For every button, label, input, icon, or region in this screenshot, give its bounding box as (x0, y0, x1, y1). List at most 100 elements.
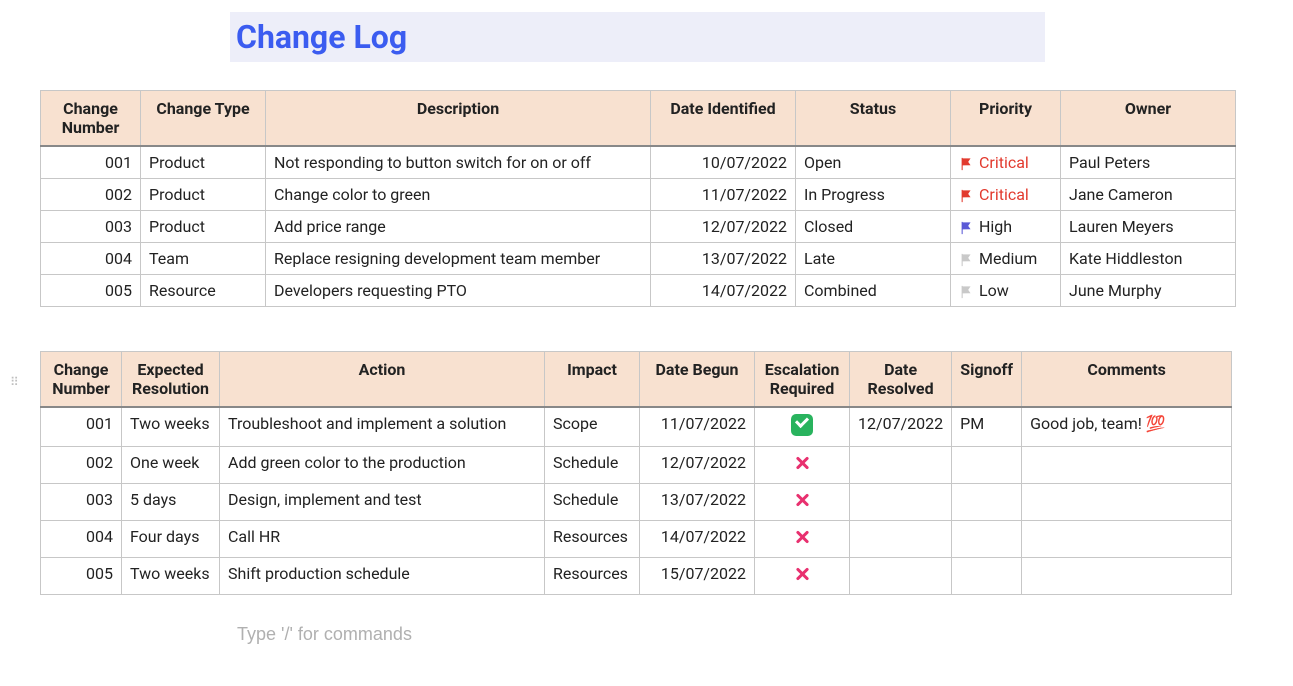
cell-change-type: Team (141, 243, 266, 275)
cell-signoff (952, 484, 1022, 521)
cell-change-number: 004 (41, 521, 122, 558)
command-input[interactable] (235, 623, 735, 646)
cell-date-identified: 12/07/2022 (651, 211, 796, 243)
cell-priority: High (951, 211, 1061, 243)
cell-status: Combined (796, 275, 951, 307)
col-header-change-type: Change Type (141, 91, 266, 147)
cell-comments (1022, 521, 1232, 558)
cell-change-number: 004 (41, 243, 141, 275)
cell-owner: Paul Peters (1061, 146, 1236, 179)
change-log-table-1: Change NumberChange TypeDescriptionDate … (40, 90, 1236, 307)
cell-date-begun: 12/07/2022 (640, 447, 755, 484)
cell-owner: Kate Hiddleston (1061, 243, 1236, 275)
cell-impact: Scope (545, 407, 640, 447)
flag-icon (959, 157, 973, 171)
cell-description: Add price range (266, 211, 651, 243)
cell-expected-resolution: Two weeks (122, 407, 220, 447)
col-header-escalation-required: Escalation Required (755, 352, 850, 408)
cell-escalation-required (755, 521, 850, 558)
cell-status: In Progress (796, 179, 951, 211)
cell-escalation-required (755, 407, 850, 447)
cell-date-begun: 14/07/2022 (640, 521, 755, 558)
table-row: 004TeamReplace resigning development tea… (41, 243, 1236, 275)
cell-status: Late (796, 243, 951, 275)
cell-expected-resolution: One week (122, 447, 220, 484)
flag-icon (959, 253, 973, 267)
table-row: 0035 daysDesign, implement and testSched… (41, 484, 1232, 521)
col-header-description: Description (266, 91, 651, 147)
cell-change-number: 001 (41, 146, 141, 179)
table-row: 004Four daysCall HRResources14/07/2022 (41, 521, 1232, 558)
cell-date-begun: 11/07/2022 (640, 407, 755, 447)
cell-owner: Lauren Meyers (1061, 211, 1236, 243)
cell-impact: Schedule (545, 484, 640, 521)
cell-owner: Jane Cameron (1061, 179, 1236, 211)
table-row: 003ProductAdd price range12/07/2022Close… (41, 211, 1236, 243)
table-row: 005Two weeksShift production scheduleRes… (41, 558, 1232, 595)
cell-expected-resolution: 5 days (122, 484, 220, 521)
flag-icon (959, 221, 973, 235)
cell-description: Developers requesting PTO (266, 275, 651, 307)
cell-action: Shift production schedule (220, 558, 545, 595)
col-header-change-number: Change Number (41, 91, 141, 147)
flag-icon (959, 189, 973, 203)
col-header-priority: Priority (951, 91, 1061, 147)
cell-change-number: 001 (41, 407, 122, 447)
col-header-comments: Comments (1022, 352, 1232, 408)
change-log-table-2: Change NumberExpected ResolutionActionIm… (40, 351, 1232, 595)
col-header-date-identified: Date Identified (651, 91, 796, 147)
cell-action: Design, implement and test (220, 484, 545, 521)
col-header-owner: Owner (1061, 91, 1236, 147)
cell-date-identified: 14/07/2022 (651, 275, 796, 307)
cell-expected-resolution: Two weeks (122, 558, 220, 595)
cell-expected-resolution: Four days (122, 521, 220, 558)
drag-handle-icon[interactable]: ⠿ (10, 375, 21, 389)
cell-status: Open (796, 146, 951, 179)
cell-owner: June Murphy (1061, 275, 1236, 307)
cell-change-type: Product (141, 179, 266, 211)
cell-date-identified: 13/07/2022 (651, 243, 796, 275)
col-header-change-number: Change Number (41, 352, 122, 408)
cross-icon (792, 453, 812, 473)
cell-status: Closed (796, 211, 951, 243)
cell-priority: Critical (951, 179, 1061, 211)
cell-date-resolved (850, 521, 952, 558)
cell-change-number: 002 (41, 447, 122, 484)
cell-action: Add green color to the production (220, 447, 545, 484)
cross-icon (792, 490, 812, 510)
cell-change-number: 003 (41, 211, 141, 243)
col-header-date-begun: Date Begun (640, 352, 755, 408)
flag-icon (959, 285, 973, 299)
cell-comments (1022, 558, 1232, 595)
cross-icon (792, 527, 812, 547)
cell-comments (1022, 484, 1232, 521)
cell-date-begun: 15/07/2022 (640, 558, 755, 595)
cell-date-resolved (850, 484, 952, 521)
cell-description: Change color to green (266, 179, 651, 211)
table-row: 001ProductNot responding to button switc… (41, 146, 1236, 179)
cell-date-resolved (850, 558, 952, 595)
cell-signoff: PM (952, 407, 1022, 447)
table-row: 001Two weeksTroubleshoot and implement a… (41, 407, 1232, 447)
table-row: 002One weekAdd green color to the produc… (41, 447, 1232, 484)
cell-impact: Resources (545, 558, 640, 595)
cell-date-begun: 13/07/2022 (640, 484, 755, 521)
cell-change-number: 005 (41, 558, 122, 595)
col-header-status: Status (796, 91, 951, 147)
cell-change-type: Product (141, 211, 266, 243)
cell-action: Troubleshoot and implement a solution (220, 407, 545, 447)
cell-action: Call HR (220, 521, 545, 558)
cell-signoff (952, 521, 1022, 558)
cell-escalation-required (755, 558, 850, 595)
cell-description: Not responding to button switch for on o… (266, 146, 651, 179)
cell-change-type: Product (141, 146, 266, 179)
cell-change-number: 005 (41, 275, 141, 307)
col-header-action: Action (220, 352, 545, 408)
col-header-impact: Impact (545, 352, 640, 408)
cell-impact: Resources (545, 521, 640, 558)
cell-priority: Low (951, 275, 1061, 307)
cell-change-type: Resource (141, 275, 266, 307)
cell-date-identified: 10/07/2022 (651, 146, 796, 179)
cell-impact: Schedule (545, 447, 640, 484)
col-header-expected-resolution: Expected Resolution (122, 352, 220, 408)
